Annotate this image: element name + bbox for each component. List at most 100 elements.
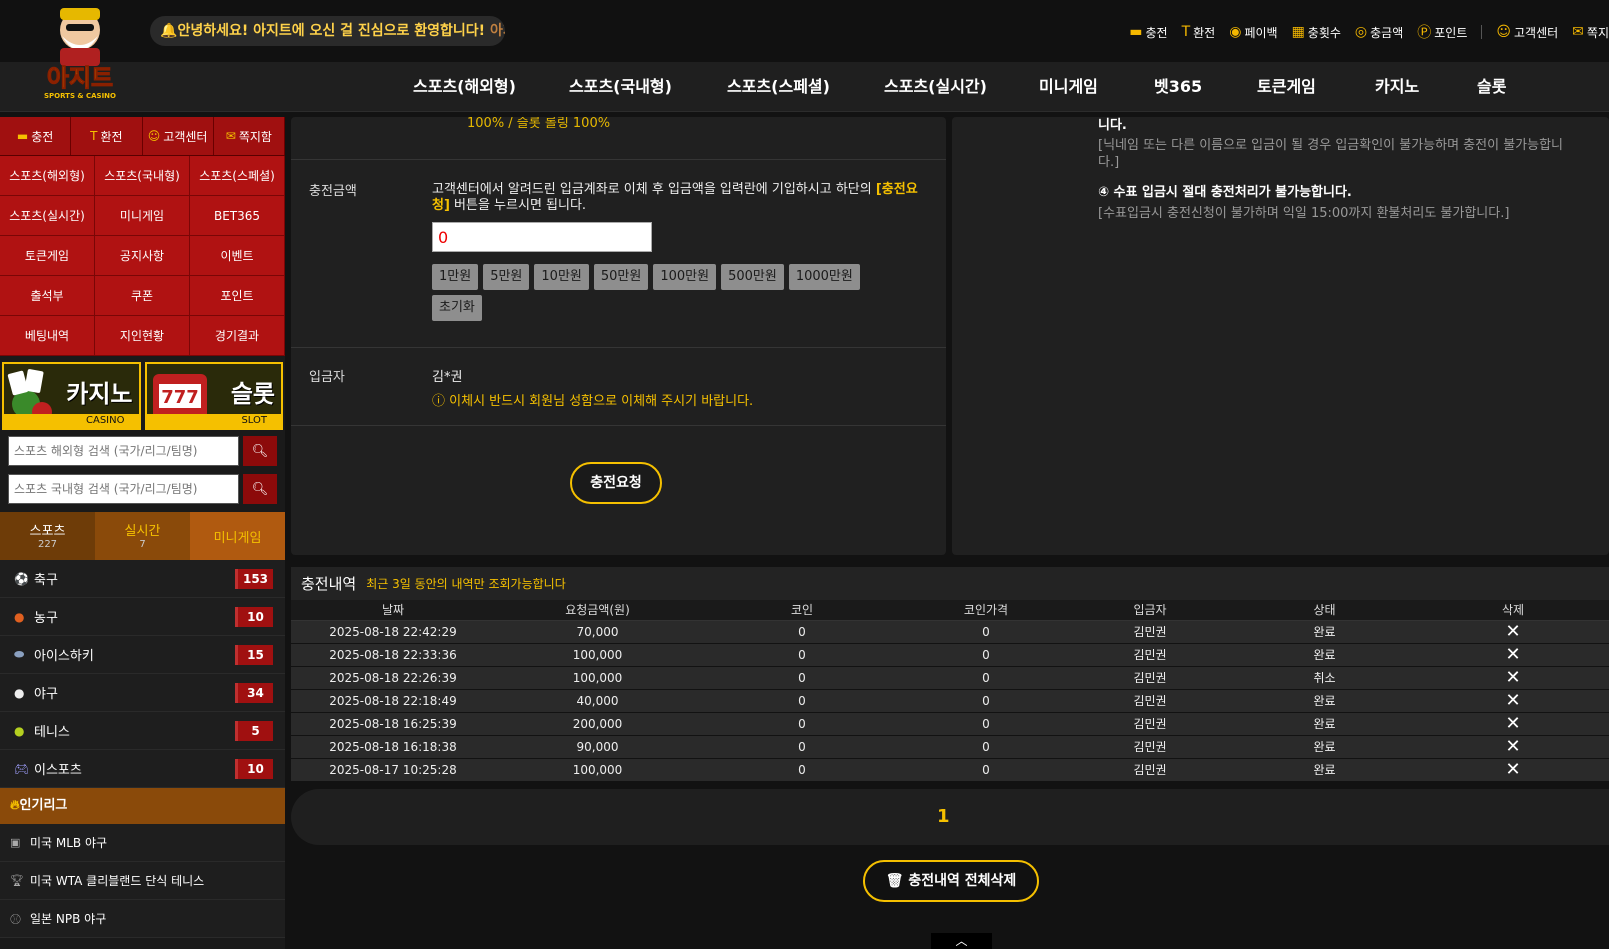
nav-token-game[interactable]: 토큰게임 (1257, 62, 1316, 112)
league-item[interactable]: ⚾︎ 일본 NPB 야구 (0, 900, 285, 938)
search-icon[interactable]: 🔍︎ (243, 436, 277, 466)
info-icon: ⓘ (432, 394, 446, 409)
table-cell: 70,000 (495, 620, 700, 644)
cat-sports-live[interactable]: 스포츠(실시간) (0, 196, 95, 236)
cat-sports-special[interactable]: 스포츠(스페셜) (190, 156, 285, 196)
charge-history: 충전내역 최근 3일 동안의 내역만 조회가능합니다 날짜 요청금액(원) 코인… (291, 567, 1609, 782)
sport-item-basketball[interactable]: ● 농구 10 (0, 598, 285, 636)
casino-banner[interactable]: 카지노 CASINO (2, 362, 141, 430)
quick-support[interactable]: ☺ 고객센터 (142, 117, 214, 155)
cat-referral[interactable]: 지인현황 (95, 316, 190, 356)
delete-all-history-button[interactable]: 🗑︎ 충전내역 전체삭제 (863, 860, 1039, 902)
table-cell: 0 (700, 620, 904, 644)
scroll-top-button[interactable]: ︿ (931, 933, 992, 949)
sport-item-esports[interactable]: 🎮︎ 이스포츠 10 (0, 750, 285, 788)
league-item[interactable]: ▣ 미국 MLB 야구 (0, 824, 285, 862)
tab-sports[interactable]: 스포츠 227 (0, 512, 95, 560)
cat-bet365[interactable]: BET365 (190, 196, 285, 236)
category-grid: 스포츠(해외형) 스포츠(국내형) 스포츠(스페셜) 스포츠(실시간) 미니게임… (0, 156, 285, 356)
amount-5m-button[interactable]: 500만원 (721, 264, 784, 290)
nav-sports-live[interactable]: 스포츠(실시간) (884, 62, 987, 112)
support-icon: ☺ (1496, 24, 1511, 40)
delete-row-icon[interactable]: ✕ (1417, 735, 1609, 759)
domestic-search-input[interactable] (8, 474, 239, 504)
sport-item-soccer[interactable]: ⚽ 축구 153 (0, 560, 285, 598)
cat-attendance[interactable]: 출석부 (0, 276, 95, 316)
cat-sports-domestic[interactable]: 스포츠(국내형) (95, 156, 190, 196)
table-cell: 0 (904, 666, 1068, 690)
amount-500k-button[interactable]: 50만원 (593, 264, 649, 290)
slot-banner[interactable]: 777 슬롯 SLOT (144, 362, 283, 430)
notice-panel: 니다. [닉네임 또는 다른 이름으로 입금이 될 경우 입금확인이 불가능하며… (952, 117, 1609, 555)
delete-row-icon[interactable]: ✕ (1417, 620, 1609, 644)
charge-request-button[interactable]: 충전요청 (570, 462, 662, 504)
amount-1m-button[interactable]: 100만원 (653, 264, 717, 290)
delete-row-icon[interactable]: ✕ (1417, 643, 1609, 667)
top-bar: 🔔안녕하세요! 아지트에 오신 걸 진심으로 환영합니다! 아지! ▬충전 T환… (0, 0, 1609, 62)
top-link-message[interactable]: ✉ 쪽지 (1572, 24, 1609, 41)
exchange-icon: T (90, 129, 98, 143)
sport-item-baseball[interactable]: ● 야구 34 (0, 674, 285, 712)
cat-coupon[interactable]: 쿠폰 (95, 276, 190, 316)
depositor-warning: ⓘ 이체시 반드시 회원님 성함으로 이체해 주시기 바랍니다. (432, 394, 754, 409)
delete-row-icon[interactable]: ✕ (1417, 666, 1609, 690)
table-cell: 완료 (1232, 712, 1417, 736)
cat-minigame[interactable]: 미니게임 (95, 196, 190, 236)
nav-sports-domestic[interactable]: 스포츠(국내형) (569, 62, 672, 112)
delete-row-icon[interactable]: ✕ (1417, 712, 1609, 736)
amount-10m-button[interactable]: 1000만원 (788, 264, 860, 290)
delete-row-icon[interactable]: ✕ (1417, 689, 1609, 713)
table-row: 2025-08-18 22:42:29 70,000 0 0 김민권 완료 ✕ (291, 620, 1609, 644)
tab-minigame[interactable]: 미니게임 (190, 512, 285, 560)
sport-item-tennis[interactable]: ● 테니스 5 (0, 712, 285, 750)
top-link-payback[interactable]: ◉ 페이백 (1229, 24, 1277, 41)
support-icon: ☺ (147, 129, 161, 143)
amount-50k-button[interactable]: 5만원 (483, 264, 530, 290)
table-cell: 취소 (1232, 666, 1417, 690)
nav-sports-overseas[interactable]: 스포츠(해외형) (413, 62, 516, 112)
top-link-charge[interactable]: ▬ 충전 (1129, 24, 1167, 41)
message-icon: ✉ (225, 129, 236, 143)
amount-10k-button[interactable]: 1만원 (432, 264, 479, 290)
amount-100k-button[interactable]: 10만원 (534, 264, 589, 290)
nav-sports-special[interactable]: 스포츠(스페셜) (727, 62, 830, 112)
top-link-charge-count[interactable]: ▦ 충횟수 (1292, 24, 1341, 41)
quick-messages[interactable]: ✉ 쪽지함 (213, 117, 285, 155)
cat-results[interactable]: 경기결과 (190, 316, 285, 356)
trash-icon: 🗑︎ (885, 873, 904, 889)
nav-bet365[interactable]: 벳365 (1154, 62, 1202, 112)
site-logo[interactable]: 아지트 SPORTS & CASINO (30, 2, 130, 102)
nav-casino[interactable]: 카지노 (1375, 62, 1419, 112)
cat-point[interactable]: 포인트 (190, 276, 285, 316)
quick-charge[interactable]: ▬ 충전 (0, 117, 72, 155)
table-cell: 2025-08-18 22:26:39 (291, 666, 495, 690)
amount-input[interactable] (432, 222, 652, 252)
cat-token-game[interactable]: 토큰게임 (0, 236, 95, 276)
top-link-exchange[interactable]: T 환전 (1182, 24, 1216, 41)
cat-sports-overseas[interactable]: 스포츠(해외형) (0, 156, 95, 196)
overseas-search-input[interactable] (8, 436, 239, 466)
cat-event[interactable]: 이벤트 (190, 236, 285, 276)
top-link-charge-amount[interactable]: ◎ 충금액 (1355, 24, 1403, 41)
reset-button[interactable]: 초기화 (432, 295, 482, 321)
top-link-point[interactable]: Ⓟ 포인트 (1417, 22, 1467, 42)
league-item[interactable]: 🏆︎ 미국 WTA 클리블랜드 단식 테니스 (0, 862, 285, 900)
nav-slot[interactable]: 슬롯 (1477, 62, 1506, 112)
cat-bet-history[interactable]: 베팅내역 (0, 316, 95, 356)
nav-minigame[interactable]: 미니게임 (1039, 62, 1098, 112)
delete-row-icon[interactable]: ✕ (1417, 758, 1609, 782)
table-cell: 0 (904, 758, 1068, 782)
page-1[interactable]: 1 (937, 789, 950, 845)
search-icon[interactable]: 🔍︎ (243, 474, 277, 504)
chart-icon: ▦ (1291, 24, 1305, 40)
table-cell: 0 (904, 643, 1068, 667)
baseball-bat-icon: ⚾︎ (10, 912, 21, 926)
quick-exchange[interactable]: T 환전 (71, 117, 143, 155)
table-cell: 0 (700, 689, 904, 713)
top-link-support[interactable]: ☺ 고객센터 (1496, 24, 1558, 41)
amount-description: 고객센터에서 알려드린 입금계좌로 이체 후 입금액을 입력란에 기입하시고 하… (432, 182, 918, 213)
tab-live[interactable]: 실시간 7 (95, 512, 190, 560)
sport-item-icehockey[interactable]: ⬬ 아이스하키 15 (0, 636, 285, 674)
cat-notice[interactable]: 공지사항 (95, 236, 190, 276)
table-cell: 0 (700, 712, 904, 736)
